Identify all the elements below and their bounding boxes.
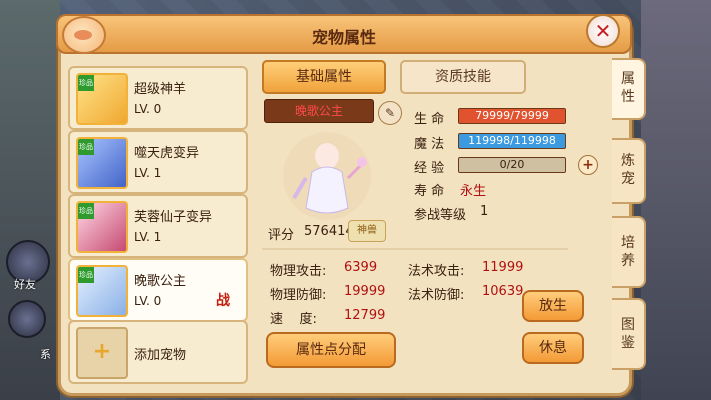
side-tab-cultivate[interactable]: 培养 [612, 216, 646, 288]
pet-name: 晚歌公主 [134, 274, 187, 289]
side-tab-label: 培养 [621, 235, 635, 269]
score-value: 576414 [304, 224, 354, 239]
pet-name: 噬天虎变异 [134, 146, 200, 161]
add-pet-label: 添加宠物 [134, 348, 187, 363]
battle-level-label: 参战等级 [414, 208, 467, 223]
phys-def-label: 物理防御: [270, 288, 327, 303]
pet-name: 超级神羊 [134, 82, 187, 97]
side-tab-codex[interactable]: 图鉴 [612, 298, 646, 370]
mag-atk-label: 法术攻击: [408, 264, 465, 279]
phys-def-value: 19999 [344, 284, 386, 299]
edit-icon[interactable]: ✎ [378, 101, 402, 125]
pet-item[interactable]: 珍品 芙蓉仙子变异 LV. 1 [68, 194, 248, 258]
pet-level: LV. 0 [134, 294, 162, 308]
left-hud [0, 0, 60, 400]
mag-def-value: 10639 [482, 284, 524, 299]
mp-label: 魔 法 [414, 137, 445, 152]
pet-item[interactable]: 珍品 超级神羊 LV. 0 [68, 66, 248, 130]
pet-avatar: 珍品 [76, 265, 128, 317]
assign-points-button[interactable]: 属性点分配 [266, 332, 396, 368]
panel-title: 宠物属性 [311, 28, 376, 47]
pet-portrait [283, 132, 371, 220]
rare-badge: 珍品 [78, 75, 94, 91]
rare-badge: 珍品 [78, 139, 94, 155]
pet-avatar: 珍品 [76, 73, 128, 125]
exp-label: 经 验 [414, 161, 445, 176]
phys-atk-value: 6399 [344, 260, 378, 275]
mp-value: 119998/119998 [468, 134, 556, 147]
speed-label: 速 度: [270, 312, 317, 327]
mag-def-label: 法术防御: [408, 288, 465, 303]
side-tab-label: 图鉴 [621, 317, 635, 351]
right-hud [641, 0, 711, 400]
plus-icon: + [76, 327, 128, 379]
pet-item[interactable]: 珍品 噬天虎变异 LV. 1 [68, 130, 248, 194]
pet-name: 芙蓉仙子变异 [134, 210, 213, 225]
pet-avatar: 珍品 [76, 201, 128, 253]
speed-value: 12799 [344, 308, 386, 323]
pet-name-field: 晚歌公主 [264, 99, 374, 123]
friend-label: 好友 [14, 278, 36, 291]
divider [262, 248, 568, 250]
side-tab-attributes[interactable]: 属性 [612, 58, 646, 120]
life-label: 寿 命 [414, 184, 445, 199]
side-tab-label: 炼宠 [621, 153, 635, 187]
pet-avatar: 珍品 [76, 137, 128, 189]
pet-level: LV. 1 [134, 230, 162, 244]
add-pet-button[interactable]: + 添加宠物 [68, 320, 248, 384]
tab-basic-attributes[interactable]: 基础属性 [262, 60, 386, 94]
score-label: 评分 [268, 228, 295, 243]
beast-tag: 神兽 [348, 220, 386, 242]
add-exp-button[interactable]: + [578, 155, 598, 175]
hp-label: 生 命 [414, 112, 445, 127]
mag-atk-value: 11999 [482, 260, 524, 275]
system-label: 系 [40, 348, 51, 361]
chat-icon[interactable] [8, 300, 46, 338]
hp-bar: 79999/79999 [458, 108, 566, 124]
pet-level: LV. 1 [134, 166, 162, 180]
exp-value: 0/20 [499, 158, 525, 171]
battle-badge: 战 [216, 293, 230, 309]
phys-atk-label: 物理攻击: [270, 264, 327, 279]
hp-value: 79999/79999 [475, 109, 549, 122]
pet-level: LV. 0 [134, 102, 162, 116]
panel-titlebar: 宠物属性 [56, 14, 632, 54]
exp-bar: 0/20 [458, 157, 566, 173]
rare-badge: 珍品 [78, 203, 94, 219]
battle-level-value: 1 [480, 204, 489, 219]
close-button[interactable]: ✕ [586, 14, 620, 48]
release-button[interactable]: 放生 [522, 290, 584, 322]
life-value: 永生 [460, 184, 487, 199]
pet-list: 珍品 超级神羊 LV. 0 珍品 噬天虎变异 LV. 1 珍品 芙蓉仙子变异 L… [68, 62, 248, 384]
tab-aptitude-skills[interactable]: 资质技能 [400, 60, 526, 94]
mp-bar: 119998/119998 [458, 133, 566, 149]
side-tab-refine[interactable]: 炼宠 [612, 138, 646, 204]
pig-mascot-icon [62, 16, 106, 54]
rest-button[interactable]: 休息 [522, 332, 584, 364]
side-tab-label: 属性 [621, 71, 635, 105]
pet-item-selected[interactable]: 珍品 晚歌公主 LV. 0 战 [68, 258, 248, 322]
rare-badge: 珍品 [78, 267, 94, 283]
